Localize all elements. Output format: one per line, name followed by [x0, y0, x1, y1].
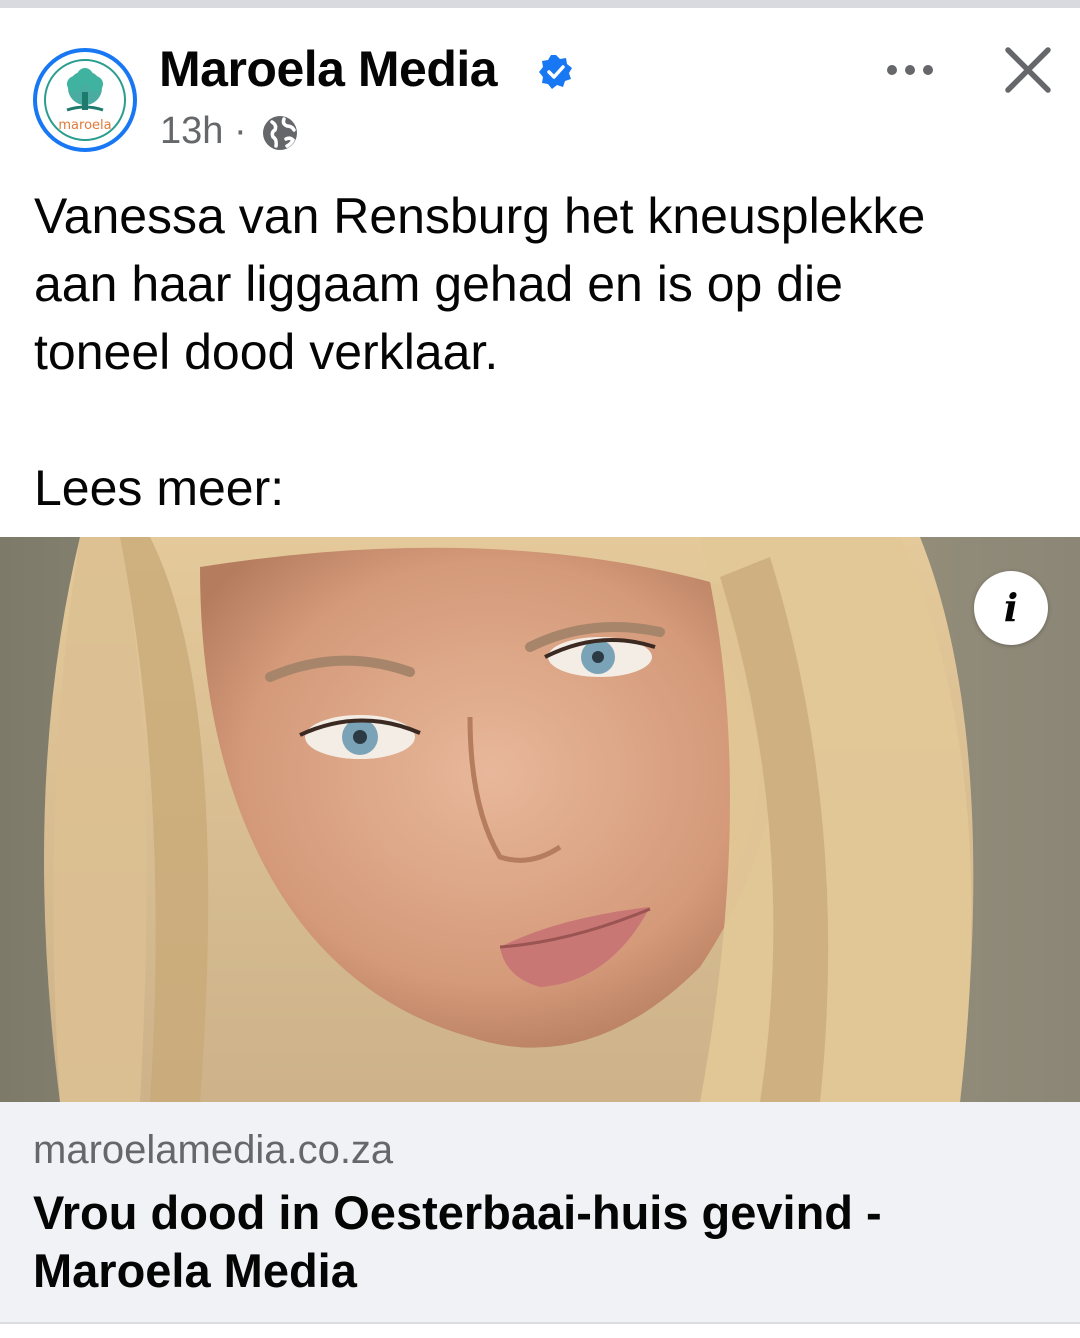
- avatar-logo-text: maroela: [58, 118, 112, 133]
- close-icon[interactable]: [998, 40, 1058, 100]
- bottom-divider: [0, 1322, 1080, 1338]
- facebook-post: maroela Maroela Media 13h · Vanessa van …: [0, 0, 1080, 1338]
- post-time[interactable]: 13h: [160, 110, 223, 152]
- more-options-icon[interactable]: [880, 50, 944, 90]
- link-title[interactable]: Vrou dood in Oesterbaai-huis gevind - Ma…: [33, 1184, 1033, 1300]
- link-preview-image[interactable]: [0, 537, 1080, 1102]
- info-icon: i: [1003, 585, 1019, 630]
- meta-separator: ·: [233, 110, 247, 152]
- caption-line: Vanessa van Rensburg het kneusplekke: [34, 188, 926, 244]
- globe-icon: [263, 116, 297, 150]
- top-divider: [0, 0, 1080, 14]
- verified-badge-icon: [539, 55, 572, 89]
- page-avatar[interactable]: maroela: [33, 48, 137, 152]
- caption-line: aan haar liggaam gehad en is op die: [34, 256, 843, 312]
- tree-logo-icon: [44, 59, 126, 141]
- caption-line: toneel dood verklaar.: [34, 324, 499, 380]
- woman-portrait-image: [0, 537, 1080, 1102]
- link-domain: maroelamedia.co.za: [33, 1128, 394, 1172]
- post-meta: 13h ·: [160, 110, 247, 153]
- post-caption: Vanessa van Rensburg het kneusplekke aan…: [34, 182, 1054, 522]
- read-more-text: Lees meer:: [34, 460, 285, 516]
- page-name-link[interactable]: Maroela Media: [159, 40, 498, 98]
- info-button[interactable]: i: [974, 571, 1048, 645]
